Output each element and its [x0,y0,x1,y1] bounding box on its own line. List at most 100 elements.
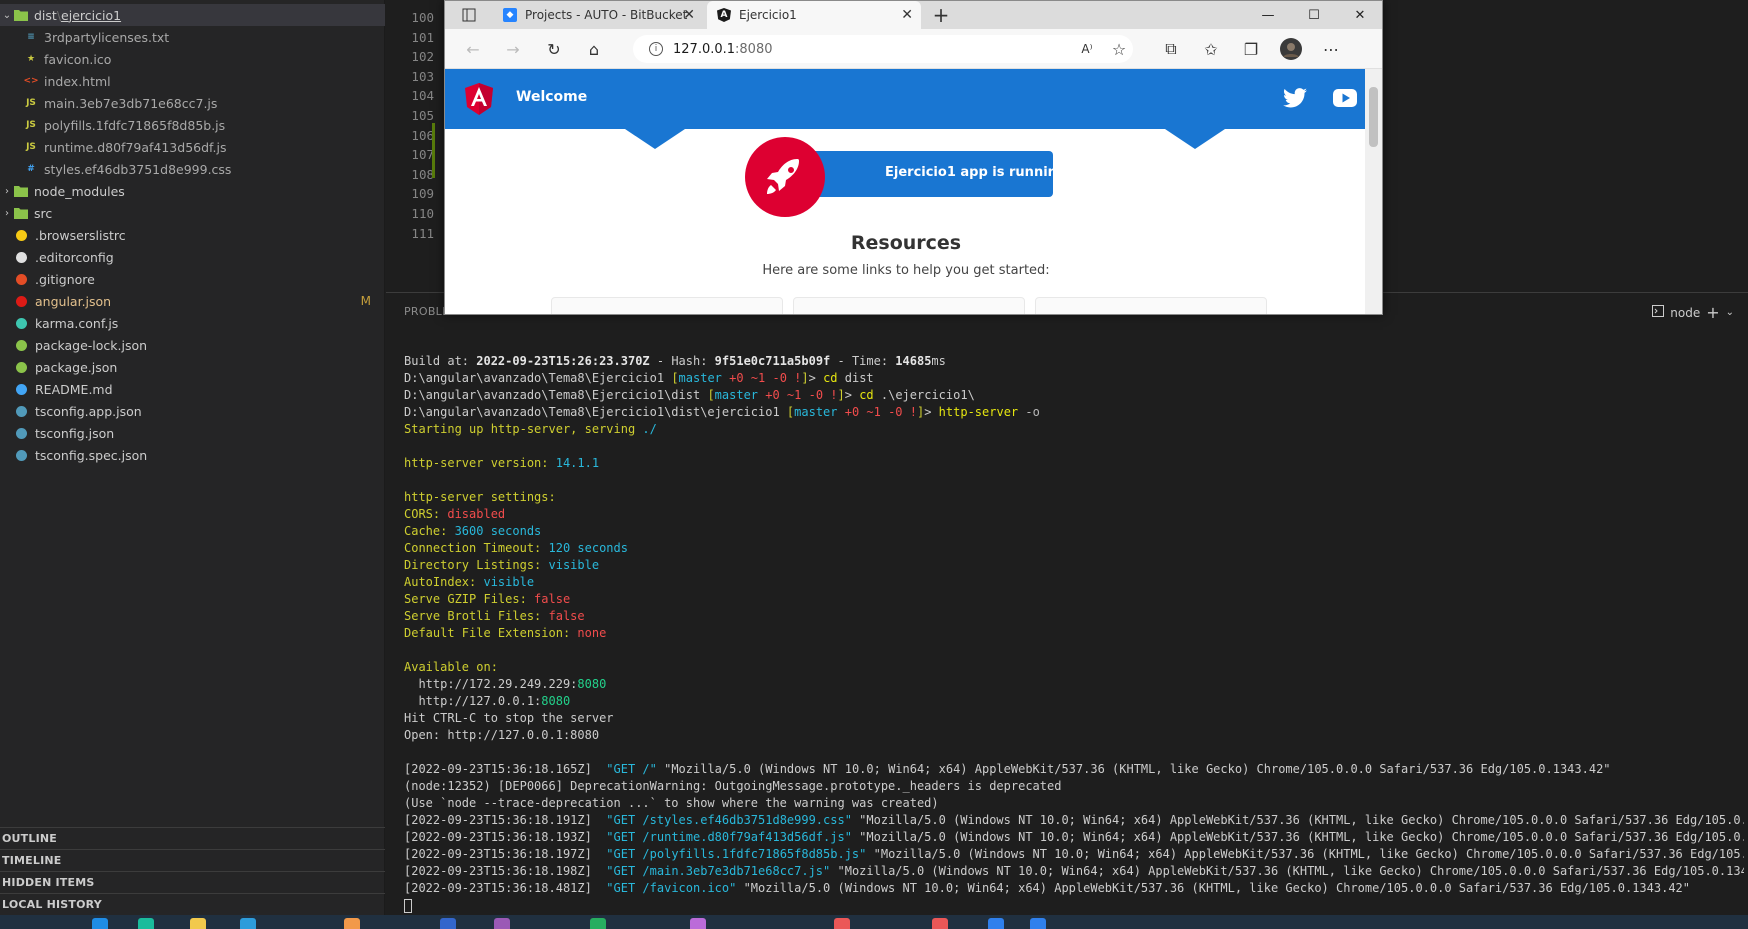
taskbar-app-icon[interactable] [690,918,706,929]
terminal-line: http-server settings: [404,490,563,504]
section-local-history[interactable]: LOCAL HISTORY [0,893,385,915]
terminal-name[interactable]: node [1670,306,1700,320]
tree-item-label: tsconfig.app.json [35,403,142,419]
window-close-icon[interactable]: ✕ [1337,1,1382,29]
tree-item-label: package.json [35,359,118,375]
avatar[interactable] [1279,37,1303,61]
tree-file[interactable]: JS runtime.d80f79af413d56df.js [0,136,385,158]
add-terminal-icon[interactable]: + [1706,303,1719,322]
more-menu-icon[interactable]: ⋯ [1319,37,1343,61]
taskbar-app-icon[interactable] [1030,918,1046,929]
site-info-icon[interactable]: i [649,42,663,56]
forward-icon[interactable]: → [501,37,525,61]
tree-file[interactable]: <> index.html [0,70,385,92]
resource-card[interactable] [793,297,1025,314]
tree-file[interactable]: karma.conf.js [0,312,385,334]
tab-actions-icon[interactable] [457,3,481,27]
tree-file[interactable]: tsconfig.app.json [0,400,385,422]
terminal-line: Serve GZIP Files: false [404,592,571,606]
scroll-thumb[interactable] [1369,87,1378,147]
tree-folder[interactable]: › node_modules [0,180,385,202]
tree-folder[interactable]: › src [0,202,385,224]
tree-file[interactable]: ★ favicon.ico [0,48,385,70]
extensions-icon[interactable]: ⧉ [1159,37,1183,61]
line-number: 103 [411,68,434,84]
rocket-icon [745,137,825,221]
refresh-icon[interactable]: ↻ [542,37,566,61]
star-icon: ★ [26,54,36,64]
folder-open-icon [14,8,28,22]
tree-folder-dist[interactable]: ⌄ dist \ ejercicio1 [0,4,385,26]
terminal-output[interactable]: Build at: 2022-09-23T15:26:23.370Z - Has… [404,353,1744,913]
page-scrollbar[interactable] [1365,69,1382,314]
tree-file[interactable]: package-lock.json [0,334,385,356]
section-hidden-items[interactable]: HIDDEN ITEMS [0,871,385,893]
close-icon[interactable]: ✕ [901,7,913,23]
tree-file[interactable]: angular.json M [0,290,385,312]
minimize-icon[interactable]: — [1245,1,1291,29]
tree-file[interactable]: tsconfig.spec.json [0,444,385,466]
tree-file[interactable]: .browserslistrc [0,224,385,246]
line-number: 106 [411,127,434,143]
home-icon[interactable]: ⌂ [582,37,606,61]
line-number: 102 [411,49,434,65]
favorites-icon[interactable]: ✩ [1199,37,1223,61]
url-input[interactable]: i 127.0.0.1:8080 [633,35,1133,63]
taskbar-app-icon[interactable] [240,918,256,929]
terminal-cursor-line[interactable] [404,897,1744,913]
tree-file[interactable]: .editorconfig [0,246,385,268]
taskbar-app-icon[interactable] [834,918,850,929]
browserslist-icon [16,229,27,241]
angular-icon: A [717,8,731,22]
collections-icon[interactable]: ❐ [1239,37,1263,61]
taskbar-app-icon[interactable] [590,918,606,929]
add-favorite-icon[interactable]: ☆ [1107,37,1131,61]
new-tab-button[interactable]: + [929,3,953,27]
section-timeline[interactable]: TIMELINE [0,849,385,871]
terminal-cursor [404,898,412,913]
taskbar-app-icon[interactable] [440,918,456,929]
taskbar-app-icon[interactable] [92,918,108,929]
taskbar-app-icon[interactable] [344,918,360,929]
terminal-line: Build at: 2022-09-23T15:26:23.370Z - Has… [404,354,946,368]
folder-label: dist [34,7,57,23]
youtube-icon[interactable] [1333,89,1357,111]
browser-tab-bitbucket[interactable]: ◆ Projects - AUTO - BitBucket ✕ [493,1,703,29]
terminal-line: [2022-09-23T15:36:18.191Z] "GET /styles.… [404,813,1744,827]
tree-file[interactable]: # styles.ef46db3751d8e999.css [0,158,385,180]
tree-file[interactable]: tsconfig.json [0,422,385,444]
taskbar-app-icon[interactable] [932,918,948,929]
karma-icon [16,317,27,329]
taskbar-app-icon[interactable] [138,918,154,929]
tree-file[interactable]: package.json [0,356,385,378]
taskbar-app-icon[interactable] [494,918,510,929]
maximize-icon[interactable]: ☐ [1291,1,1337,29]
tab-problems[interactable]: PROBLE [404,305,449,318]
windows-taskbar [0,915,1748,929]
terminal-line: (node:12352) [DEP0066] DeprecationWarnin… [404,779,1062,793]
twitter-icon[interactable] [1283,88,1307,112]
taskbar-app-icon[interactable] [190,918,206,929]
line-number: 101 [411,29,434,45]
url-host: 127.0.0.1 [673,41,736,57]
tree-file[interactable]: README.md [0,378,385,400]
chevron-down-icon[interactable]: ⌄ [1726,307,1734,318]
tree-file[interactable]: JS polyfills.1fdfc71865f8d85b.js [0,114,385,136]
line-number: 104 [411,88,434,104]
close-icon[interactable]: ✕ [683,7,695,23]
tree-item-label: package-lock.json [35,337,148,353]
terminal-line: http-server version: 14.1.1 [404,456,600,470]
running-text: Ejercicio1 app is running! [885,165,1073,180]
read-aloud-icon[interactable]: A⁾ [1075,37,1099,61]
tree-file[interactable]: .gitignore [0,268,385,290]
terminal-line: D:\angular\avanzado\Tema8\Ejercicio1\dis… [404,405,1040,419]
tree-file[interactable]: JS main.3eb7e3db71e68cc7.js [0,92,385,114]
resource-card[interactable] [551,297,783,314]
back-icon[interactable]: ← [461,37,485,61]
tree-file[interactable]: ≡ 3rdpartylicenses.txt [0,26,385,48]
taskbar-app-icon[interactable] [988,918,1004,929]
resource-card[interactable] [1035,297,1267,314]
section-outline[interactable]: OUTLINE [0,827,385,849]
tree-item-label: karma.conf.js [35,315,119,331]
browser-tab-ejercicio1[interactable]: A Ejercicio1 ✕ [707,1,921,29]
